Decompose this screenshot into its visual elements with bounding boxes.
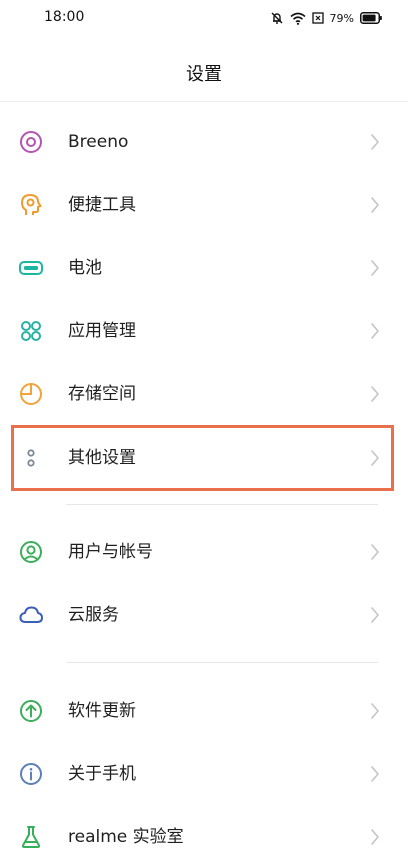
settings-item-realme-lab[interactable]: realme 实验室	[0, 806, 408, 868]
settings-item-battery[interactable]: 电池	[0, 237, 408, 299]
breeno-ring-icon	[17, 128, 45, 156]
chevron-right-icon	[370, 133, 380, 151]
chevron-right-icon	[370, 543, 380, 561]
battery-status-icon	[360, 12, 382, 24]
chevron-right-icon	[370, 765, 380, 783]
settings-item-label: 存储空间	[68, 384, 136, 404]
settings-item-app-management[interactable]: 应用管理	[0, 300, 408, 362]
battery-icon	[17, 254, 45, 282]
wifi-icon	[290, 12, 306, 25]
chevron-right-icon	[370, 196, 380, 214]
settings-item-storage[interactable]: 存储空间	[0, 363, 408, 425]
settings-item-label: realme 实验室	[68, 827, 184, 847]
status-icons: 79%	[270, 9, 382, 27]
sim-icon	[311, 12, 324, 24]
settings-item-software-update[interactable]: 软件更新	[0, 680, 408, 742]
chevron-right-icon	[370, 702, 380, 720]
settings-item-label: 应用管理	[68, 321, 136, 341]
status-time: 18:00	[44, 9, 85, 25]
pie-chart-icon	[17, 380, 45, 408]
settings-item-convenience-tools[interactable]: 便捷工具	[0, 174, 408, 236]
settings-item-breeno[interactable]: Breeno	[0, 111, 408, 173]
settings-item-label: 用户与帐号	[68, 542, 153, 562]
highlight-box	[11, 425, 394, 491]
chevron-right-icon	[370, 259, 380, 277]
settings-item-label: 便捷工具	[68, 195, 136, 215]
page-title: 设置	[186, 64, 222, 85]
header-divider	[0, 101, 408, 102]
head-gear-icon	[17, 191, 45, 219]
settings-item-about-phone[interactable]: 关于手机	[0, 743, 408, 805]
mute-bell-icon	[271, 12, 283, 24]
user-icon	[17, 538, 45, 566]
chevron-right-icon	[370, 385, 380, 403]
settings-item-label: 电池	[68, 258, 102, 278]
settings-item-user-accounts[interactable]: 用户与帐号	[0, 521, 408, 583]
settings-item-cloud-service[interactable]: 云服务	[0, 584, 408, 646]
upload-arrow-icon	[17, 697, 45, 725]
status-bar: 18:00 79%	[0, 0, 408, 36]
settings-item-label: 关于手机	[68, 764, 136, 784]
settings-item-label: 云服务	[68, 605, 119, 625]
section-divider	[66, 504, 378, 505]
section-divider	[66, 662, 378, 663]
cloud-icon	[17, 601, 45, 629]
chevron-right-icon	[370, 828, 380, 846]
info-icon	[17, 760, 45, 788]
app-grid-icon	[17, 317, 45, 345]
settings-item-label: 软件更新	[68, 701, 136, 721]
chevron-right-icon	[370, 322, 380, 340]
chevron-right-icon	[370, 606, 380, 624]
battery-percent: 79%	[329, 11, 354, 25]
settings-item-label: Breeno	[68, 132, 129, 152]
flask-icon	[17, 823, 45, 851]
